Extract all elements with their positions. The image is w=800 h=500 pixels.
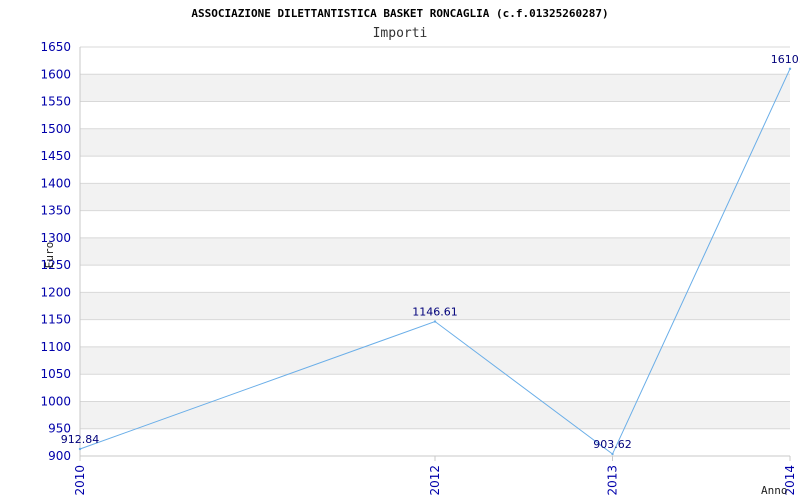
data-label: 903.62	[593, 438, 632, 451]
y-tick-label: 1600	[40, 67, 71, 81]
chart-subtitle: Importi	[373, 26, 428, 41]
data-point	[78, 447, 82, 451]
y-tick-label: 1650	[40, 40, 71, 54]
data-label: 912.84	[61, 433, 100, 446]
x-axis-ticks: 2010 2012 2013 2014	[73, 456, 797, 496]
x-tick-label: 2012	[428, 465, 442, 496]
y-tick-label: 900	[48, 449, 71, 463]
plot-band	[80, 237, 790, 266]
plot-band	[80, 428, 790, 456]
data-point	[433, 320, 437, 323]
plot-band	[80, 346, 790, 375]
plot-band	[80, 401, 790, 429]
y-tick-label: 1050	[40, 367, 71, 381]
x-tick-label: 2010	[73, 465, 87, 496]
x-axis-label: Anno	[761, 484, 788, 497]
chart-title: ASSOCIAZIONE DILETTANTISTICA BASKET RONC…	[191, 7, 608, 20]
plot-band	[80, 128, 790, 157]
plot-band	[80, 210, 790, 238]
plot-band	[80, 74, 790, 102]
plot-band	[80, 156, 790, 184]
plot-band	[80, 101, 790, 129]
plot-band	[80, 319, 790, 347]
y-tick-label: 1150	[40, 313, 71, 327]
line-chart: ASSOCIAZIONE DILETTANTISTICA BASKET RONC…	[40, 7, 800, 497]
y-tick-label: 1450	[40, 149, 71, 163]
y-axis-label: Euro	[43, 242, 56, 269]
y-tick-label: 1400	[40, 176, 71, 190]
data-point	[611, 452, 614, 456]
plot-band	[80, 47, 790, 75]
plot-background	[80, 47, 790, 456]
plot-band	[80, 183, 790, 211]
data-label: 1146.61	[412, 306, 458, 319]
y-tick-label: 1100	[40, 340, 71, 354]
plot-band	[80, 265, 790, 293]
x-tick-label: 2013	[606, 465, 620, 496]
plot-band	[80, 374, 790, 402]
data-point	[788, 67, 792, 71]
y-tick-label: 1500	[40, 122, 71, 136]
data-label: 1610.0	[771, 53, 800, 66]
y-tick-label: 1000	[40, 394, 71, 408]
y-tick-label: 1550	[40, 95, 71, 109]
y-tick-label: 1200	[40, 285, 71, 299]
y-tick-label: 1350	[40, 204, 71, 218]
